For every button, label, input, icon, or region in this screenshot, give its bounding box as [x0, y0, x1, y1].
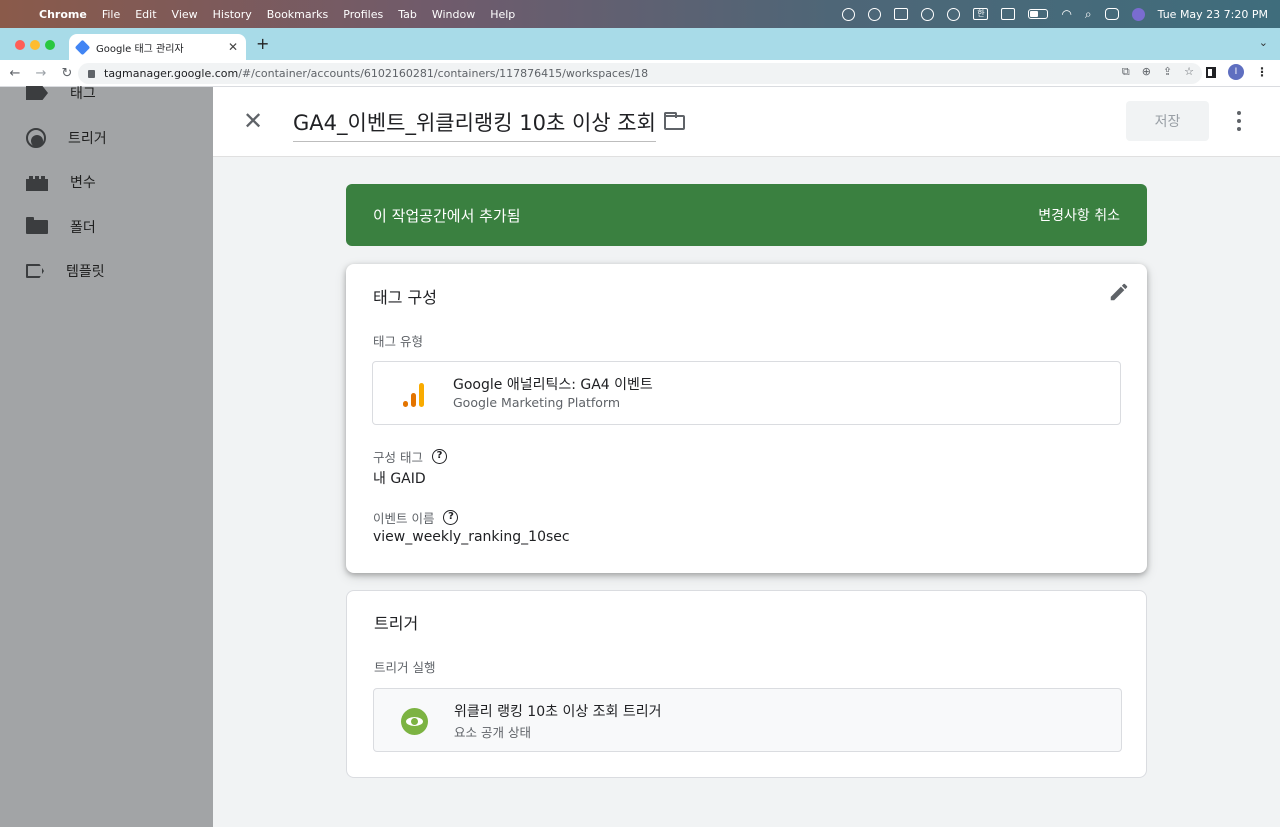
trigger-name: 위클리 랭킹 10초 이상 조회 트리거: [454, 704, 662, 720]
url-bar[interactable]: tagmanager.google.com /#/container/accou…: [78, 63, 1202, 84]
editor-header: ✕ GA4_이벤트_위클리랭킹 10초 이상 조회 저장: [213, 87, 1280, 157]
help-icon[interactable]: ?: [443, 510, 459, 525]
tag-type-label: 태그 유형: [373, 334, 423, 349]
save-button[interactable]: 저장: [1126, 101, 1209, 141]
sidebar-item-label: 템플릿: [66, 264, 105, 280]
tag-editor-panel: ✕ GA4_이벤트_위클리랭킹 10초 이상 조회 저장 이 작업공간에서 추가…: [213, 87, 1280, 827]
sidebar-item-variables[interactable]: 변수: [26, 170, 96, 194]
timer-icon[interactable]: [921, 7, 935, 21]
creative-cloud-icon[interactable]: [868, 7, 882, 21]
tag-icon: [26, 86, 48, 100]
sidebar-item-templates[interactable]: 템플릿: [26, 259, 105, 283]
gtm-sidebar: 태그 트리거 변수 폴더 템플릿: [0, 86, 213, 827]
google-analytics-icon: [403, 379, 427, 407]
tag-type-box[interactable]: Google 애널리틱스: GA4 이벤트 Google Marketing P…: [372, 361, 1121, 425]
sidebar-item-tags[interactable]: 태그: [26, 81, 96, 105]
folder-icon: [26, 217, 48, 234]
tag-configuration-card: 태그 구성 태그 유형 Google 애널리틱스: GA4 이벤트 Google…: [346, 264, 1147, 573]
config-tag-label-text: 구성 태그: [373, 450, 423, 465]
share-icon[interactable]: ⇪: [1163, 65, 1172, 79]
revert-changes-link[interactable]: 변경사항 취소: [1038, 205, 1120, 225]
folder-icon[interactable]: [664, 112, 685, 130]
event-name-label: 이벤트 이름 ?: [373, 508, 459, 527]
help-icon[interactable]: ?: [431, 449, 447, 464]
notification-icon[interactable]: [947, 7, 961, 21]
menu-app-chrome[interactable]: Chrome: [39, 8, 87, 21]
glasses-icon[interactable]: [842, 7, 856, 21]
workspace-status-banner: 이 작업공간에서 추가됨 변경사항 취소: [346, 184, 1147, 246]
menu-edit[interactable]: Edit: [135, 8, 156, 21]
translate-icon[interactable]: ⧉: [1122, 65, 1130, 79]
spotlight-icon[interactable]: ⌕: [1085, 7, 1092, 22]
card-title: 태그 구성: [373, 288, 437, 307]
config-tag-value: 내 GAID: [373, 471, 426, 487]
template-icon: [26, 264, 44, 278]
reload-button[interactable]: ↻: [56, 66, 78, 81]
macos-menu-bar: Chrome File Edit View History Bookmarks …: [0, 0, 1280, 28]
profile-avatar[interactable]: I: [1228, 64, 1244, 80]
menu-help[interactable]: Help: [490, 8, 515, 21]
sidebar-item-label: 변수: [70, 175, 96, 191]
visibility-eye-icon: [401, 708, 428, 735]
tag-type-vendor: Google Marketing Platform: [453, 395, 621, 410]
trigger-item[interactable]: 위클리 랭킹 10초 이상 조회 트리거 요소 공개 상태: [373, 688, 1122, 752]
more-options-icon[interactable]: [1235, 111, 1243, 133]
side-panel-icon[interactable]: [1206, 66, 1216, 78]
event-name-value: view_weekly_ranking_10sec: [373, 529, 570, 545]
window-close-button[interactable]: [15, 40, 25, 50]
menu-history[interactable]: History: [213, 8, 252, 21]
menu-tab[interactable]: Tab: [398, 8, 417, 21]
sidebar-item-triggers[interactable]: 트리거: [26, 126, 107, 150]
tab-strip: Google 태그 관리자 ✕ + ⌄: [0, 28, 1280, 60]
triggering-card: 트리거 트리거 실행 위클리 랭킹 10초 이상 조회 트리거 요소 공개 상태: [346, 590, 1147, 778]
url-path: /#/container/accounts/6102160281/contain…: [238, 67, 649, 80]
browser-tab-active[interactable]: Google 태그 관리자 ✕: [69, 34, 246, 60]
menu-view[interactable]: View: [172, 8, 198, 21]
zoom-icon[interactable]: ⊕: [1142, 65, 1151, 79]
split-view-icon[interactable]: [1001, 8, 1016, 20]
window-minimize-button[interactable]: [30, 40, 40, 50]
config-tag-label: 구성 태그 ?: [373, 447, 447, 466]
menubar-clock[interactable]: Tue May 23 7:20 PM: [1158, 8, 1268, 21]
lock-icon[interactable]: [88, 69, 95, 78]
wifi-icon[interactable]: ◠: [1061, 7, 1071, 21]
card-title: 트리거: [374, 614, 419, 633]
siri-icon[interactable]: [1131, 7, 1145, 21]
url-host: tagmanager.google.com: [104, 67, 239, 80]
new-tab-button[interactable]: +: [256, 34, 269, 53]
banner-text: 이 작업공간에서 추가됨: [373, 206, 521, 225]
sidebar-item-label: 트리거: [68, 131, 107, 147]
gtm-favicon-icon: [74, 39, 91, 55]
event-name-label-text: 이벤트 이름: [373, 511, 435, 526]
tab-title: Google 태그 관리자: [96, 43, 184, 55]
firing-triggers-label: 트리거 실행: [374, 660, 436, 675]
close-editor-button[interactable]: ✕: [243, 107, 263, 135]
trigger-type: 요소 공개 상태: [454, 725, 531, 740]
battery-icon[interactable]: [1028, 9, 1049, 19]
menu-bookmarks[interactable]: Bookmarks: [267, 8, 328, 21]
menu-profiles[interactable]: Profiles: [343, 8, 383, 21]
bookmark-star-icon[interactable]: ☆: [1184, 65, 1194, 79]
edit-pencil-icon[interactable]: [1108, 281, 1130, 303]
chrome-menu-icon[interactable]: ⋮: [1256, 65, 1268, 79]
tab-close-icon[interactable]: ✕: [228, 40, 238, 54]
window-zoom-button[interactable]: [45, 40, 55, 50]
sidebar-item-folders[interactable]: 폴더: [26, 215, 96, 239]
menu-window[interactable]: Window: [432, 8, 475, 21]
sidebar-item-label: 폴더: [70, 220, 96, 236]
menu-file[interactable]: File: [102, 8, 120, 21]
address-toolbar: ← → ↻ tagmanager.google.com /#/container…: [0, 60, 1280, 87]
control-center-icon[interactable]: [1104, 8, 1119, 20]
tag-type-name: Google 애널리틱스: GA4 이벤트: [453, 377, 653, 393]
trigger-icon: [26, 128, 46, 148]
forward-button[interactable]: →: [30, 66, 52, 81]
variable-icon: [26, 176, 48, 191]
tab-search-chevron-icon[interactable]: ⌄: [1259, 36, 1268, 49]
sidebar-item-label: 태그: [70, 86, 96, 102]
back-button[interactable]: ←: [4, 66, 26, 81]
tag-name-input[interactable]: GA4_이벤트_위클리랭킹 10초 이상 조회: [293, 107, 656, 142]
drive-icon[interactable]: [894, 8, 909, 20]
input-method-icon[interactable]: 한: [973, 8, 989, 20]
